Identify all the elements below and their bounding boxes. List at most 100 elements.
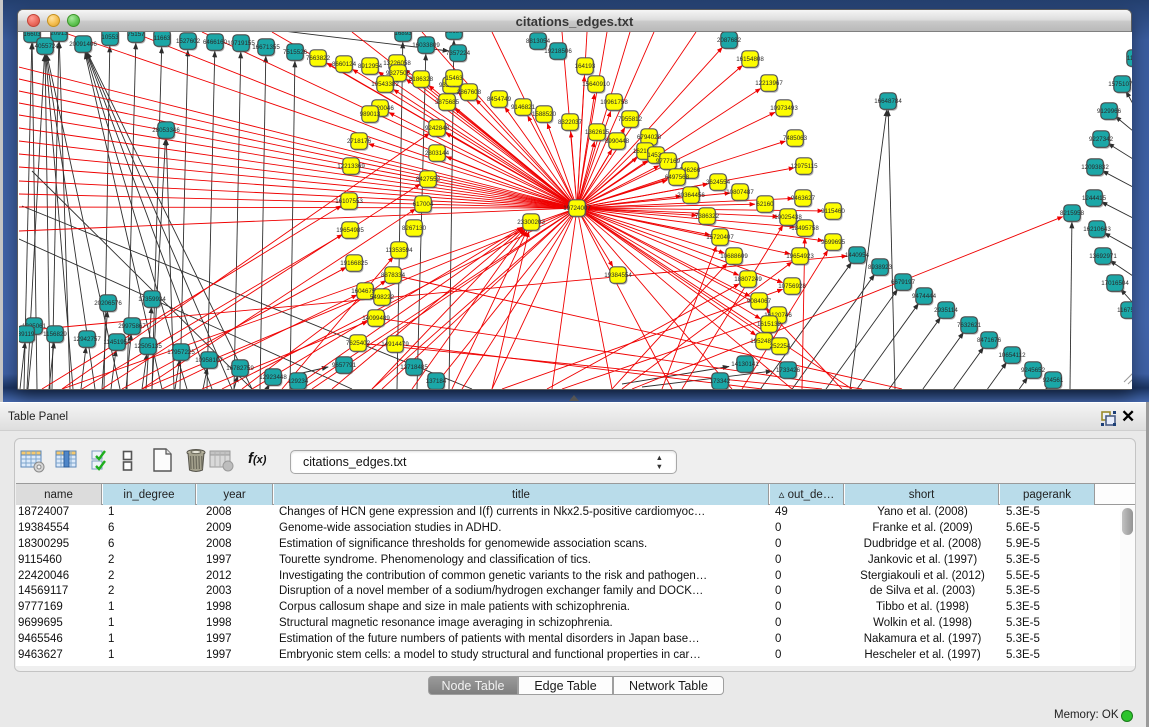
- svg-text:7625402: 7625402: [346, 340, 371, 347]
- svg-text:1167531: 1167531: [1117, 307, 1132, 314]
- svg-text:17016504: 17016504: [1101, 280, 1129, 287]
- svg-text:15640910: 15640910: [582, 81, 610, 88]
- svg-text:10654112: 10654112: [998, 352, 1026, 359]
- svg-text:14055724: 14055724: [31, 43, 59, 50]
- svg-text:17957225: 17957225: [167, 349, 195, 356]
- svg-text:1588520: 1588520: [532, 111, 557, 118]
- svg-text:16033809: 16033809: [412, 42, 440, 49]
- svg-text:7485063: 7485063: [783, 135, 808, 142]
- svg-text:17359924: 17359924: [138, 296, 166, 303]
- svg-text:129234: 129234: [288, 378, 309, 385]
- svg-text:16648784: 16648784: [874, 98, 902, 105]
- svg-text:9463627: 9463627: [791, 195, 816, 202]
- svg-text:19654923: 19654923: [786, 253, 814, 260]
- svg-text:10688609: 10688609: [720, 253, 748, 260]
- svg-text:8813054: 8813054: [526, 38, 551, 45]
- svg-text:10553: 10553: [101, 34, 119, 41]
- svg-text:173342: 173342: [710, 378, 731, 385]
- svg-text:18807249: 18807249: [734, 276, 762, 283]
- svg-text:75157: 75157: [127, 32, 145, 38]
- svg-text:19384554: 19384554: [604, 272, 632, 279]
- svg-text:16603: 16603: [23, 32, 41, 38]
- svg-text:15463: 15463: [445, 75, 463, 82]
- svg-text:14914479: 14914479: [381, 341, 409, 348]
- svg-text:12505135: 12505135: [134, 343, 162, 350]
- svg-text:9129966: 9129966: [1097, 108, 1122, 115]
- svg-text:8322037: 8322037: [558, 119, 583, 126]
- svg-text:7515526: 7515526: [283, 49, 308, 56]
- svg-text:15720407: 15720407: [706, 234, 734, 241]
- svg-text:1244415: 1244415: [1082, 195, 1107, 202]
- svg-text:2718176: 2718176: [347, 138, 372, 145]
- svg-text:16671355: 16671355: [252, 44, 280, 51]
- svg-text:8990448: 8990448: [605, 138, 630, 145]
- svg-text:7386322: 7386322: [695, 213, 720, 220]
- svg-text:8186328: 8186328: [409, 76, 434, 83]
- svg-text:16210643: 16210643: [1083, 226, 1111, 233]
- svg-text:28053346: 28053346: [152, 127, 180, 134]
- svg-text:11123: 11123: [1127, 55, 1132, 62]
- svg-text:19166825: 19166825: [340, 260, 368, 267]
- svg-text:7357224: 7357224: [446, 50, 471, 57]
- svg-text:11663: 11663: [154, 35, 171, 42]
- svg-text:9115460: 9115460: [821, 208, 845, 215]
- svg-text:8938923: 8938923: [868, 264, 893, 271]
- svg-text:6497568: 6497568: [665, 174, 690, 181]
- svg-text:8878334: 8878334: [381, 272, 406, 279]
- svg-text:1733426: 1733426: [776, 367, 801, 374]
- svg-text:7663822: 7663822: [306, 55, 331, 62]
- svg-text:1527602: 1527602: [176, 38, 201, 45]
- svg-text:164193: 164193: [575, 63, 596, 70]
- svg-text:2087682: 2087682: [717, 37, 742, 44]
- svg-text:23300203: 23300203: [517, 219, 545, 226]
- svg-text:11353594: 11353594: [385, 247, 413, 254]
- svg-text:2935114: 2935114: [934, 307, 958, 314]
- svg-text:617004: 617004: [413, 201, 434, 208]
- svg-text:9657791: 9657791: [332, 362, 357, 369]
- svg-text:9245652: 9245652: [1021, 367, 1046, 374]
- svg-text:10958107: 10958107: [195, 357, 223, 364]
- svg-text:8660124: 8660124: [332, 61, 357, 68]
- svg-text:19654985: 19654985: [336, 227, 364, 234]
- svg-text:6794028: 6794028: [637, 134, 662, 141]
- svg-text:2867608: 2867608: [457, 89, 482, 96]
- svg-text:9242848: 9242848: [425, 125, 450, 132]
- svg-text:12923448: 12923448: [259, 374, 287, 381]
- svg-text:252254: 252254: [770, 343, 791, 350]
- svg-text:12942757: 12942757: [73, 336, 101, 343]
- svg-text:5498222: 5498222: [370, 294, 395, 301]
- svg-text:16107553: 16107553: [335, 198, 363, 205]
- svg-text:13718485: 13718485: [400, 364, 428, 371]
- svg-text:9146821: 9146821: [511, 104, 536, 111]
- svg-text:6466160: 6466160: [203, 39, 228, 46]
- svg-text:29975867: 29975867: [118, 323, 146, 330]
- svg-text:12213369: 12213369: [337, 163, 365, 170]
- svg-text:6679197: 6679197: [891, 279, 916, 286]
- svg-text:9474444: 9474444: [912, 293, 937, 300]
- svg-text:9227342: 9227342: [1089, 136, 1114, 143]
- svg-text:20364456: 20364456: [677, 192, 705, 199]
- svg-text:1440954: 1440954: [845, 252, 870, 259]
- svg-text:9084067: 9084067: [747, 298, 772, 305]
- svg-text:8215958: 8215958: [1060, 210, 1085, 217]
- svg-text:9699695: 9699695: [821, 239, 846, 246]
- svg-text:7632621: 7632621: [957, 322, 982, 329]
- svg-text:1362615: 1362615: [585, 129, 610, 136]
- svg-text:12975115: 12975115: [790, 163, 818, 170]
- svg-text:10807487: 10807487: [726, 189, 754, 196]
- svg-text:8454749: 8454749: [487, 96, 512, 103]
- svg-text:62160: 62160: [756, 201, 774, 208]
- svg-text:10543382: 10543382: [371, 81, 399, 88]
- svg-text:3624554: 3624554: [706, 179, 731, 186]
- svg-text:989013: 989013: [360, 111, 381, 118]
- svg-text:20091406: 20091406: [69, 41, 97, 48]
- svg-text:8912954: 8912954: [358, 63, 383, 70]
- svg-text:8427552: 8427552: [416, 176, 441, 183]
- svg-text:10756928: 10756928: [778, 283, 806, 290]
- svg-text:15751074: 15751074: [1108, 81, 1132, 88]
- svg-text:39119: 39119: [19, 331, 35, 338]
- svg-text:20206576: 20206576: [94, 300, 122, 307]
- svg-text:14099489: 14099489: [362, 315, 390, 322]
- svg-text:16893: 16893: [394, 32, 412, 37]
- svg-text:19218506: 19218506: [544, 48, 572, 55]
